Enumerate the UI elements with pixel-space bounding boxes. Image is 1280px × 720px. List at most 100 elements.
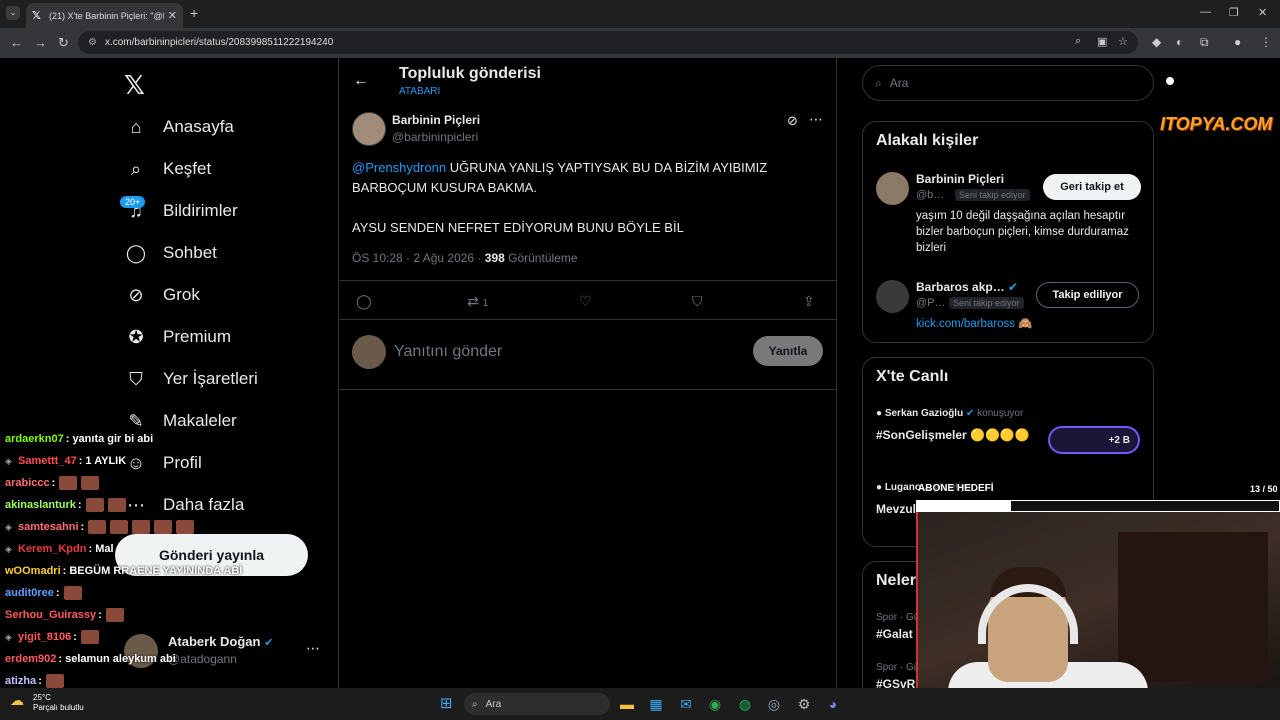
trend-item[interactable]: Spor · Gü #Galat <box>876 612 919 641</box>
windows-start-icon[interactable]: ⊞ <box>440 696 456 712</box>
profile-avatar[interactable]: ● <box>1234 35 1241 49</box>
taskbar-search[interactable]: ⌕ Ara <box>464 693 610 715</box>
chat-username[interactable]: erdem902 <box>5 653 56 665</box>
back-arrow-icon[interactable]: ← <box>353 72 369 90</box>
reload-icon[interactable]: ↻ <box>58 35 69 51</box>
discord-icon[interactable]: ◕ <box>824 695 842 713</box>
mention-link[interactable]: @Prenshydronn <box>352 160 446 175</box>
sidebar-item-premium[interactable]: ✪ Premium <box>124 322 231 352</box>
chat-text: : <box>73 631 77 643</box>
more-icon[interactable]: ⋯ <box>306 640 320 657</box>
share-icon[interactable]: ⇪ <box>803 293 815 310</box>
chat-username[interactable]: Serhou_Guirassy <box>5 609 96 621</box>
sidebar-item-grok[interactable]: ⊘ Grok <box>124 280 199 310</box>
zoom-icon[interactable]: ⌕ <box>1075 35 1081 48</box>
person-row[interactable]: Barbaros akp… ✔ @P… Seni takip ediyor Ta… <box>876 280 1142 340</box>
avatar[interactable] <box>876 280 909 313</box>
card-title: X'te Canlı <box>876 368 949 385</box>
more-icon[interactable]: ⋯ <box>809 111 823 128</box>
tab-strip: ⌄ 𝕏 (21) X'te Barbinin Piçleri: "@Pre… ✕… <box>0 0 1280 28</box>
live-space-row[interactable]: ● Serkan Gazioğlu ✔ konuşuyor #SonGelişm… <box>876 408 1142 468</box>
chat-username[interactable]: audit0ree <box>5 587 54 599</box>
main-column: ← Topluluk gönderisi ATABARI Barbinin Pi… <box>338 58 837 720</box>
chat-username[interactable]: yigit_8106 <box>18 631 71 643</box>
temperature: 25°C <box>33 693 51 702</box>
sidebar-item-explore[interactable]: ⌕ Keşfet <box>124 154 211 184</box>
like-icon[interactable]: ♡ <box>579 293 592 310</box>
minimize-icon[interactable]: — <box>1200 6 1211 18</box>
grok-icon[interactable]: ⊘ <box>787 113 798 129</box>
sidebar-item-bookmarks[interactable]: ⛉ Yer İşaretleri <box>124 364 258 394</box>
chat-username[interactable]: samtesahni <box>18 521 79 533</box>
search-input[interactable]: ⌕ Ara <box>862 65 1154 101</box>
card-title: Neler <box>876 572 917 589</box>
follow-back-button[interactable]: Geri takip et <box>1043 174 1141 200</box>
chat-text: : selamun aleykum abi <box>58 653 176 665</box>
close-window-icon[interactable]: ✕ <box>1258 6 1267 19</box>
community-link[interactable]: ATABARI <box>399 86 440 97</box>
more-icon: ⋯ <box>127 494 145 515</box>
kebab-menu-icon[interactable]: ⋮ <box>1260 35 1272 49</box>
trend-item[interactable]: Spor · Gü #GSvR <box>876 662 919 691</box>
address-bar[interactable]: ⚙ x.com/barbininpicleri/status/208399851… <box>78 31 1138 54</box>
weather-widget[interactable]: ☁ 25°C Parçalı bulutlu <box>10 693 84 713</box>
reply-button[interactable]: Yanıtla <box>753 336 823 366</box>
sponsor-watermark: ITOPYA.COM <box>1160 114 1273 134</box>
sidebar-item-more[interactable]: ⋯ Daha fazla <box>124 490 244 520</box>
chrome-icon[interactable]: ◉ <box>706 695 724 713</box>
bookmark-icon[interactable]: ⛉ <box>692 293 703 310</box>
install-icon[interactable]: ▣ <box>1097 35 1107 48</box>
post-body: @Prenshydronn UĞRUNA YANLIŞ YAPTIYSAK BU… <box>352 158 822 258</box>
extension-icon[interactable]: ◆ <box>1152 35 1161 49</box>
chat-username[interactable]: Samettt_47 <box>18 455 77 467</box>
chat-username[interactable]: ardaerkn07 <box>5 433 64 445</box>
sidebar-item-home[interactable]: ⌂ Anasayfa <box>124 112 234 142</box>
chat-username[interactable]: Kerem_Kpdn <box>18 543 86 555</box>
new-tab-icon[interactable]: + <box>190 5 198 21</box>
avatar[interactable] <box>876 172 909 205</box>
chat-message: akinaslanturk: <box>5 496 126 514</box>
profile-icon: ☺ <box>126 452 146 473</box>
maximize-icon[interactable]: ❐ <box>1229 6 1239 19</box>
puzzle-icon[interactable]: ⧉ <box>1200 35 1209 50</box>
extension-icon[interactable]: ◐ <box>1176 35 1183 49</box>
spotify-icon[interactable]: ◍ <box>736 695 754 713</box>
tab-search-chevron-icon[interactable]: ⌄ <box>6 6 20 20</box>
close-tab-icon[interactable]: ✕ <box>168 9 177 22</box>
person-link[interactable]: kick.com/barbaross 🙈 <box>916 316 1033 330</box>
avatar[interactable] <box>352 112 386 146</box>
card-title: Alakalı kişiler <box>876 132 979 149</box>
reply-icon[interactable]: ◯ <box>356 293 372 310</box>
app-icon[interactable]: ⚙ <box>795 695 813 713</box>
store-icon[interactable]: ▦ <box>647 695 665 713</box>
url-text: x.com/barbininpicleri/status/20839985112… <box>104 37 334 48</box>
emote-icon <box>154 520 173 534</box>
weather-icon: ☁ <box>10 692 24 708</box>
back-icon[interactable]: ← <box>10 35 23 50</box>
post-author-name[interactable]: Barbinin Piçleri <box>392 113 480 127</box>
person-row[interactable]: Barbinin Piçleri @b… Seni takip ediyor G… <box>876 172 1142 262</box>
steam-icon[interactable]: ◎ <box>765 695 783 713</box>
verified-icon: ✔ <box>264 637 274 649</box>
browser-tab[interactable]: 𝕏 (21) X'te Barbinin Piçleri: "@Pre… ✕ <box>26 3 183 28</box>
person-name: Barbaros akp… ✔ <box>916 280 1019 294</box>
site-info-icon[interactable]: ⚙ <box>88 37 97 48</box>
sidebar-item-chat[interactable]: ◯ Sohbet <box>124 238 217 268</box>
mail-icon[interactable]: ✉ <box>677 695 695 713</box>
reply-input[interactable]: Yanıtını gönder <box>394 343 502 361</box>
star-icon[interactable]: ☆ <box>1118 35 1128 48</box>
forward-icon[interactable]: → <box>34 35 47 50</box>
sidebar-item-profile[interactable]: ☺ Profil <box>124 448 202 478</box>
repost-button[interactable]: ⇄ 1 <box>467 293 488 310</box>
listeners-pill[interactable]: +2 B <box>1048 426 1140 454</box>
x-logo-icon[interactable]: 𝕏 <box>124 70 145 101</box>
chat-username[interactable]: arabiccc <box>5 477 50 489</box>
chat-message: ◈ yigit_8106: <box>5 628 99 646</box>
chat-username[interactable]: atizha <box>5 675 36 687</box>
view-count: 398 <box>484 251 505 265</box>
file-explorer-icon[interactable]: ▬ <box>618 695 636 713</box>
post-author-handle[interactable]: @barbininpicleri <box>392 130 478 144</box>
following-button[interactable]: Takip ediliyor <box>1036 282 1139 308</box>
chat-username[interactable]: wOOmadri <box>5 565 61 577</box>
chat-username[interactable]: akinaslanturk <box>5 499 76 511</box>
